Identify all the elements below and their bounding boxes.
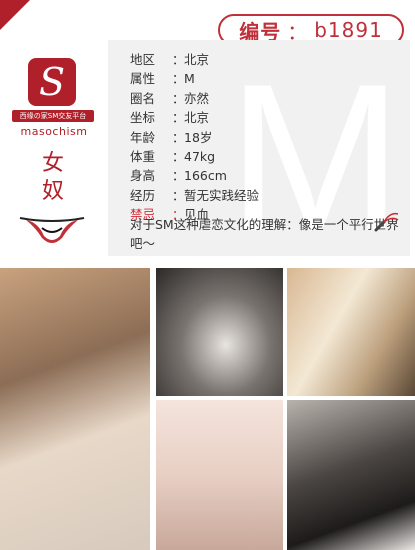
photo-3 xyxy=(287,268,415,396)
profile-description: 对于SM这种虐恋文化的理解：像是一个平行世界吧～ xyxy=(130,217,399,251)
field-row: 身高 ：166cm xyxy=(130,168,227,184)
logo-letter: S xyxy=(38,60,66,104)
profile-fields: 地区 ：北京 属性 ：M 圈名 ：亦然 坐标 ：北京 年龄 ：18岁 体重 ：47kg 身高… xyxy=(130,50,259,225)
field-row: 坐标 ：北京 xyxy=(130,110,210,126)
panty-icon xyxy=(19,217,85,243)
field-row: 年龄 ：18岁 xyxy=(130,129,213,145)
field-row: 经历 ：暂无实践经验 xyxy=(130,187,260,203)
photo-2 xyxy=(156,268,283,396)
photo-5 xyxy=(287,400,415,550)
photo-1 xyxy=(0,268,150,550)
role-title: 女 奴 xyxy=(38,150,68,206)
corner-triangle xyxy=(0,0,30,30)
role-line-2: 奴 xyxy=(41,179,64,204)
profile-card: M 地区 ：北京 属性 ：M 圈名 ：亦然 坐标 ：北京 年龄 ：18岁 体重 ：47kg … xyxy=(108,40,410,263)
id-value: b1891 xyxy=(314,18,383,42)
whip-icon xyxy=(374,212,399,232)
field-row: 属性 ：M xyxy=(130,71,195,87)
field-row: 圈名 ：亦然 xyxy=(130,90,210,106)
field-row: 地区 ：北京 xyxy=(130,52,210,67)
brand-name: masochism xyxy=(20,125,88,138)
brand-tagline: 西缘の家SM交友平台 xyxy=(12,110,94,122)
field-row: 体重 ：47kg xyxy=(130,148,216,164)
photo-4 xyxy=(156,400,283,550)
brand-logo: S xyxy=(28,58,76,106)
role-line-1: 女 xyxy=(41,151,64,176)
